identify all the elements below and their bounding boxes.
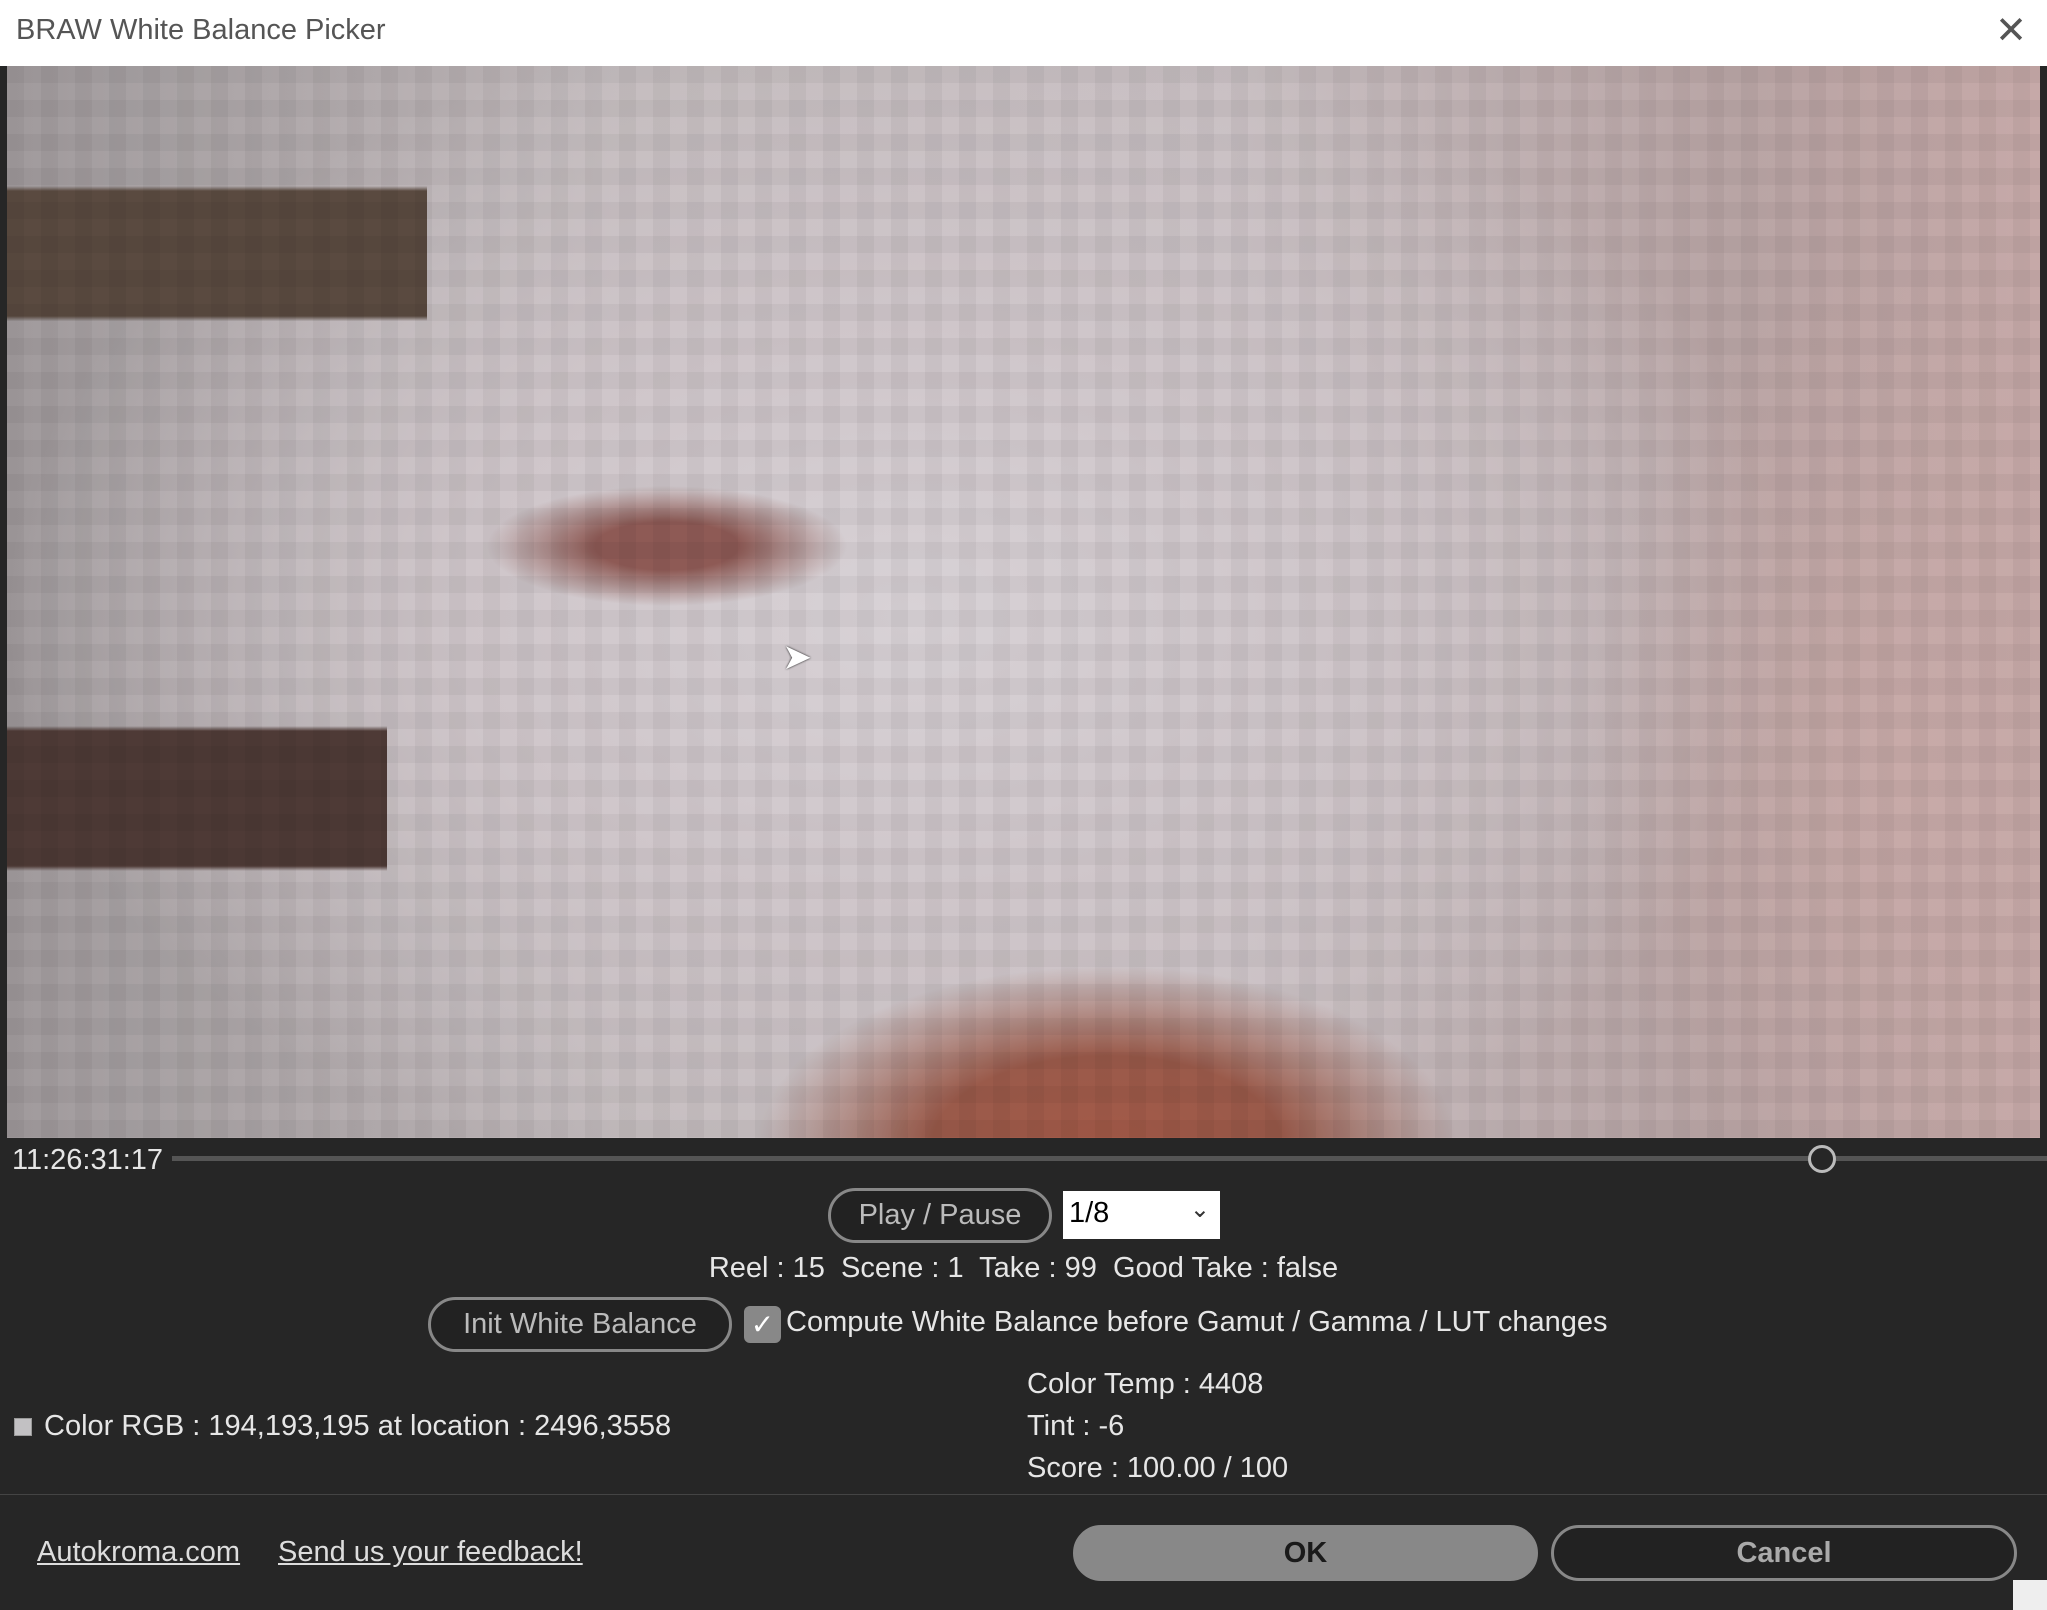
- chevron-down-icon: ⌄: [1189, 1196, 1210, 1223]
- window-title: BRAW White Balance Picker: [16, 14, 386, 46]
- cancel-button[interactable]: Cancel: [1551, 1525, 2017, 1581]
- tint: Tint : -6: [1027, 1410, 1125, 1442]
- checkmark-icon: ✓: [750, 1309, 775, 1340]
- speed-select[interactable]: 1/8 ⌄: [1063, 1191, 1220, 1239]
- feedback-link[interactable]: Send us your feedback!: [278, 1536, 583, 1569]
- compute-before-gamut-label[interactable]: Compute White Balance before Gamut / Gam…: [786, 1306, 1608, 1339]
- init-white-balance-button[interactable]: Init White Balance: [428, 1297, 732, 1352]
- score: Score : 100.00 / 100: [1027, 1452, 1289, 1484]
- ok-button[interactable]: OK: [1073, 1525, 1538, 1581]
- video-preview[interactable]: [7, 66, 2040, 1138]
- mouse-cursor-icon: ➤: [782, 636, 813, 677]
- sampled-color-info: Color RGB : 194,193,195 at location : 24…: [44, 1410, 672, 1442]
- divider: [0, 1494, 2047, 1495]
- color-temp: Color Temp : 4408: [1027, 1368, 1264, 1400]
- color-swatch: [14, 1418, 32, 1436]
- play-pause-button[interactable]: Play / Pause: [828, 1188, 1052, 1243]
- speed-value: 1/8: [1069, 1197, 1110, 1229]
- close-icon[interactable]: ✕: [1995, 8, 2027, 53]
- compute-before-gamut-checkbox[interactable]: ✓: [744, 1306, 781, 1343]
- resize-grip-icon[interactable]: [2013, 1580, 2047, 1610]
- clip-metadata: Reel : 15 Scene : 1 Take : 99 Good Take …: [708, 1252, 1339, 1284]
- autokroma-link[interactable]: Autokroma.com: [37, 1536, 240, 1569]
- title-bar: BRAW White Balance Picker ✕: [0, 0, 2047, 66]
- timecode: 11:26:31:17: [12, 1144, 164, 1176]
- timeline-slider-thumb[interactable]: [1808, 1145, 1836, 1173]
- timeline-slider[interactable]: [172, 1156, 2047, 1161]
